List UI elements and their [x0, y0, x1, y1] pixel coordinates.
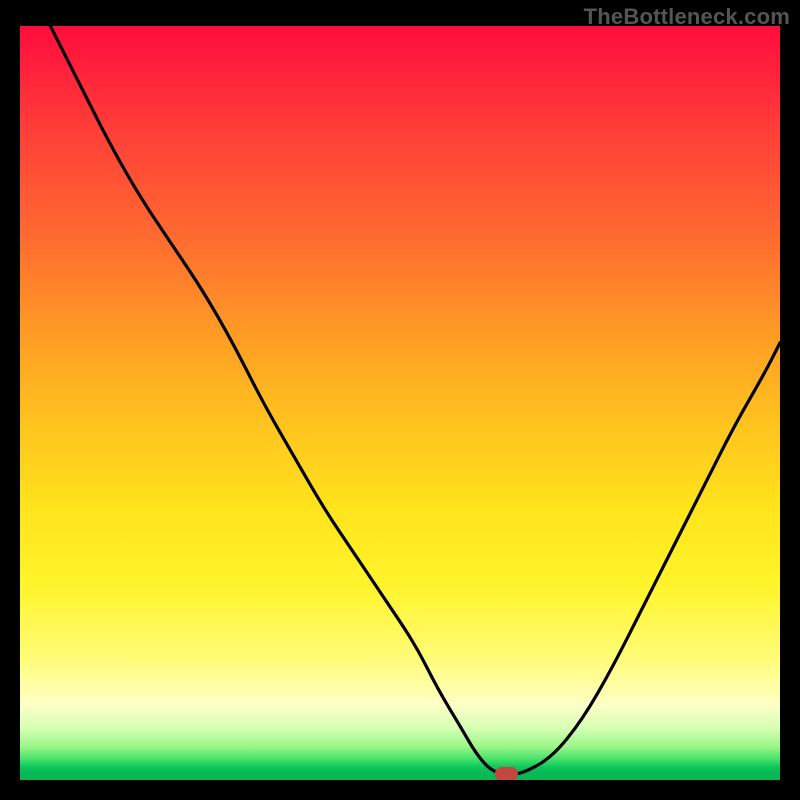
plot-area: [20, 26, 780, 780]
chart-frame: TheBottleneck.com: [0, 0, 800, 800]
curve-layer: [20, 26, 780, 780]
optimal-marker: [495, 768, 517, 781]
bottleneck-curve: [50, 26, 780, 774]
watermark-text: TheBottleneck.com: [584, 4, 790, 30]
